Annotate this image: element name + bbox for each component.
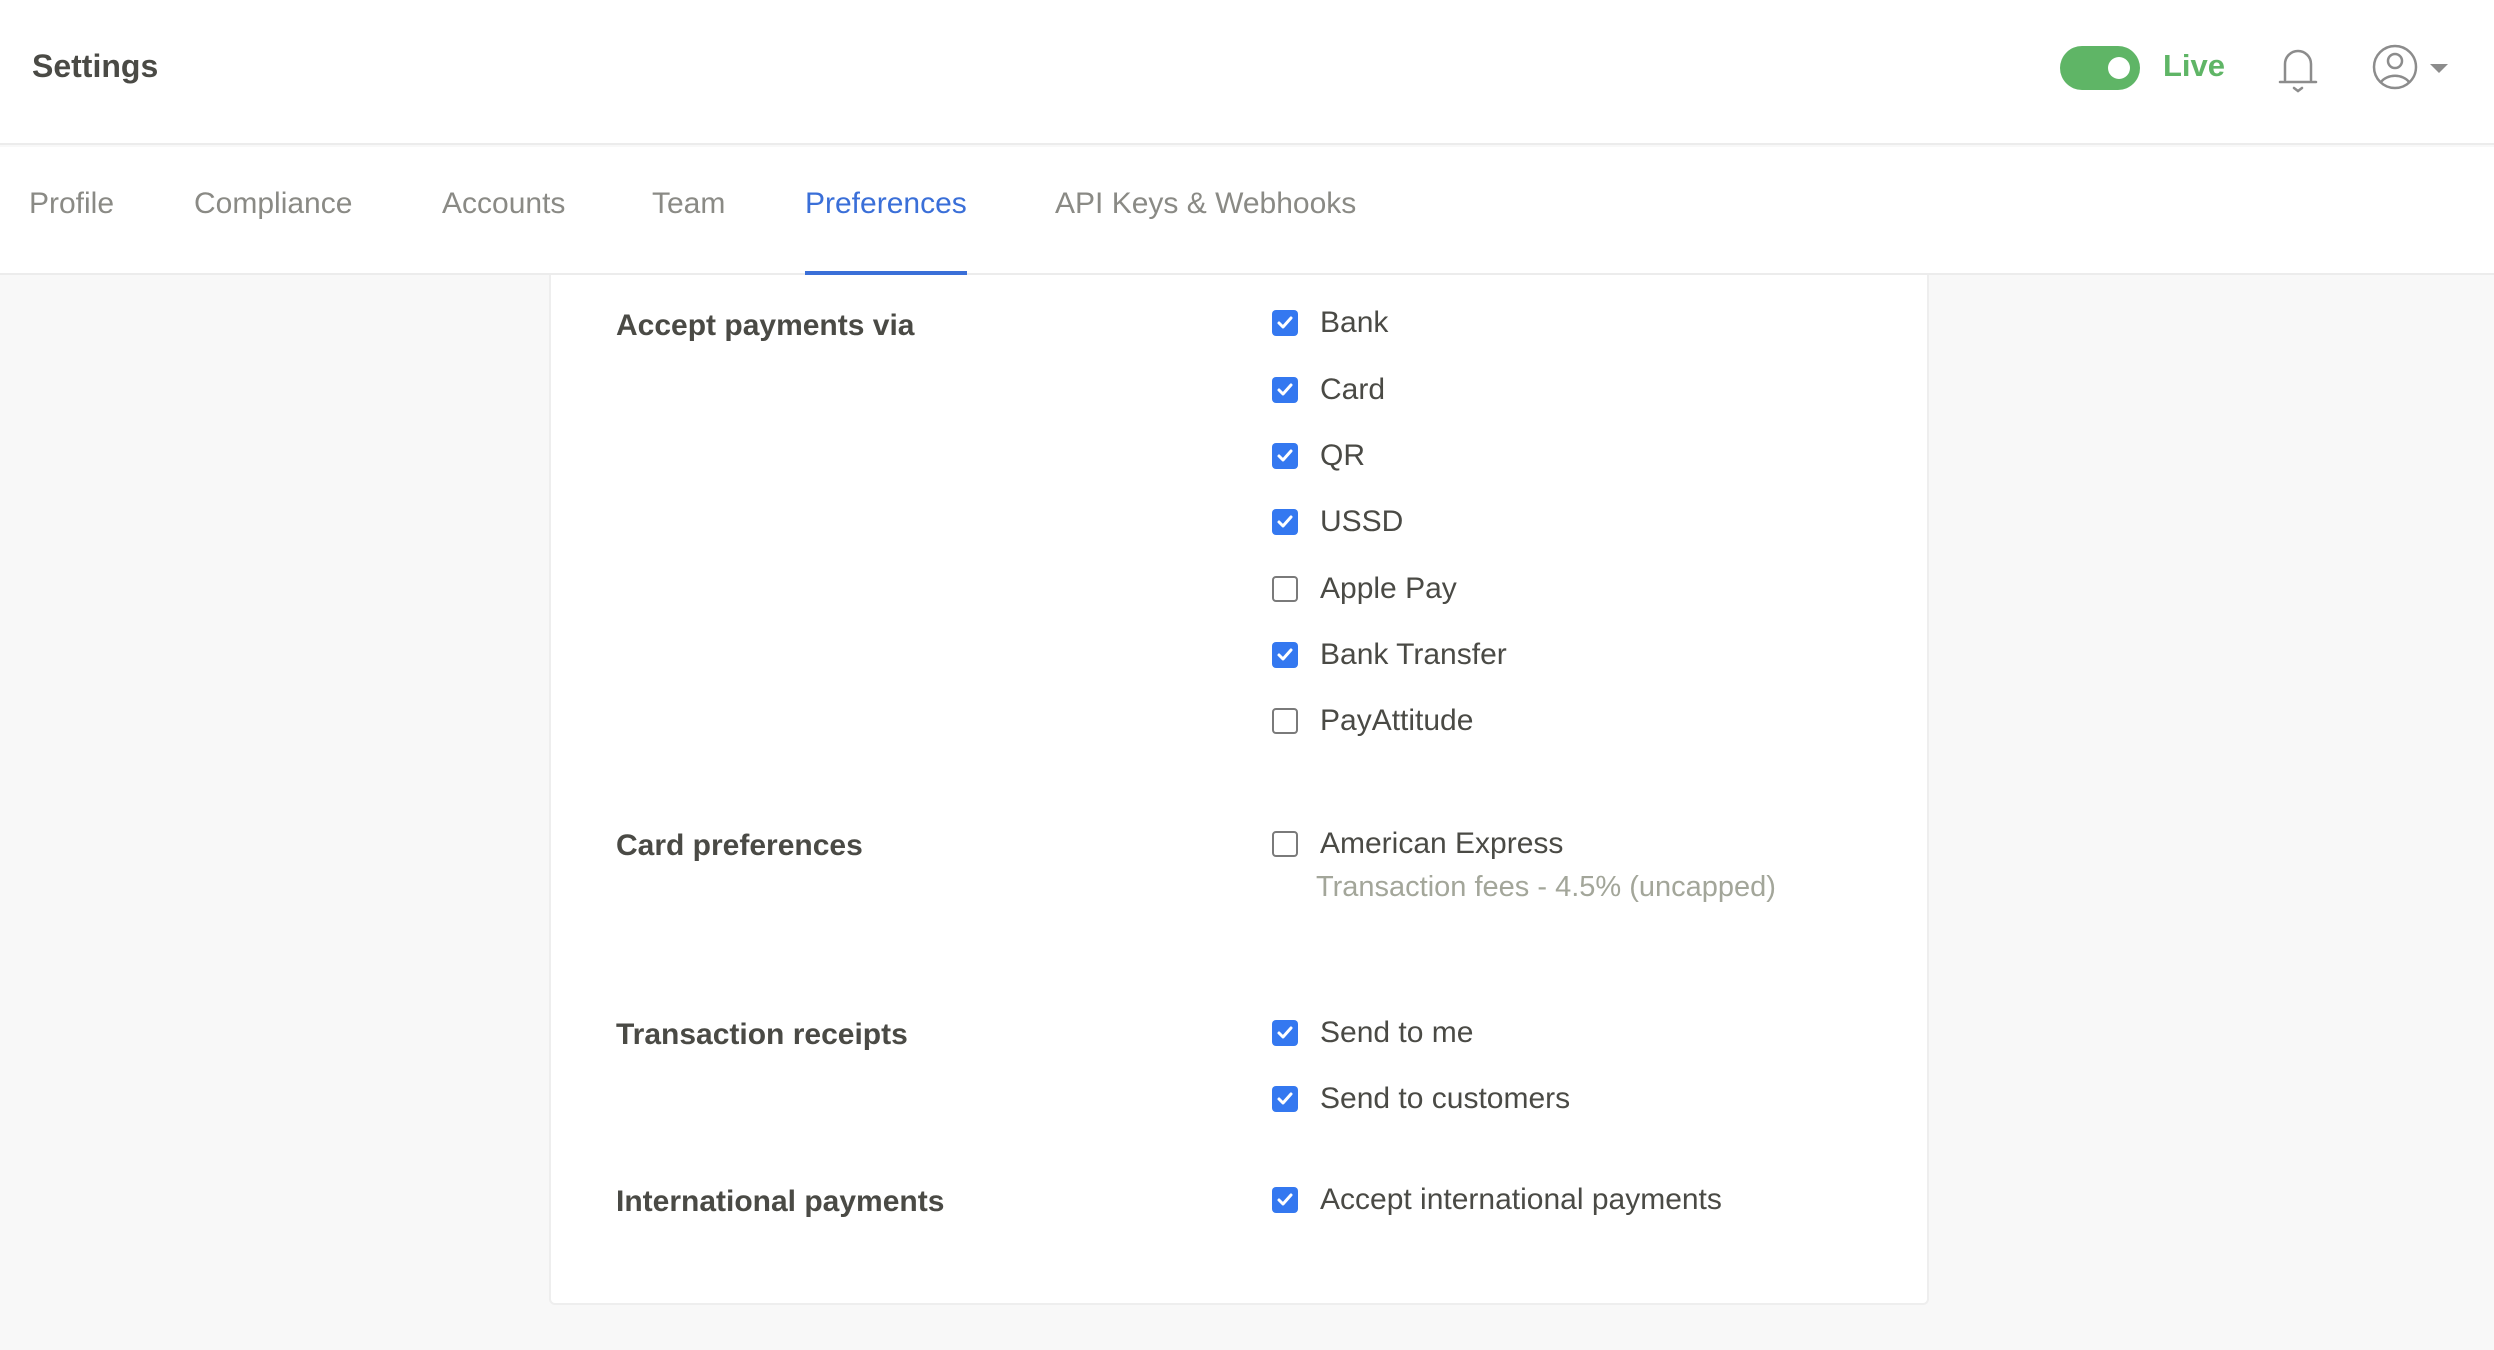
option-label: Send to customers xyxy=(1320,1082,1571,1115)
checkbox-option-american-express[interactable]: American Express xyxy=(1272,827,1563,861)
option-label: Bank xyxy=(1320,306,1389,339)
checkmark-icon xyxy=(1277,1092,1293,1105)
option-label: Apple Pay xyxy=(1320,572,1457,605)
checkmark-icon xyxy=(1277,449,1293,462)
preferences-card xyxy=(549,275,1929,1305)
checkbox-option-bank-transfer[interactable]: Bank Transfer xyxy=(1272,638,1507,672)
option-label: American Express xyxy=(1320,827,1564,860)
checkmark-icon xyxy=(1277,1026,1293,1039)
checkbox-option-qr[interactable]: QR xyxy=(1272,439,1365,473)
bell-icon[interactable] xyxy=(2275,44,2321,94)
checkmark-icon xyxy=(1277,383,1293,396)
checkbox-unchecked[interactable] xyxy=(1272,831,1298,857)
option-label: Accept international payments xyxy=(1320,1183,1722,1216)
live-label: Live xyxy=(2163,48,2226,83)
settings-tabs: Profile Compliance Accounts Team Prefere… xyxy=(0,147,2494,275)
checkmark-icon xyxy=(1277,648,1293,661)
transaction-receipts-label: Transaction receipts xyxy=(616,1018,908,1051)
checkbox-option-accept-international-payments[interactable]: Accept international payments xyxy=(1272,1183,1722,1217)
accept-payments-label: Accept payments via xyxy=(616,309,915,342)
checkbox-unchecked[interactable] xyxy=(1272,576,1298,602)
top-bar: Settings Live xyxy=(0,0,2494,145)
checkbox-option-ussd[interactable]: USSD xyxy=(1272,505,1403,539)
option-label: QR xyxy=(1320,439,1365,472)
checkbox-option-bank[interactable]: Bank xyxy=(1272,306,1388,340)
amex-fees-note: Transaction fees - 4.5% (uncapped) xyxy=(1316,871,1776,903)
checkmark-icon xyxy=(1277,1193,1293,1206)
international-payments-label: International payments xyxy=(616,1185,945,1218)
option-label: USSD xyxy=(1320,505,1404,538)
checkbox-checked[interactable] xyxy=(1272,443,1298,469)
checkbox-checked[interactable] xyxy=(1272,1086,1298,1112)
checkbox-checked[interactable] xyxy=(1272,377,1298,403)
live-mode-toggle[interactable] xyxy=(2060,46,2140,90)
checkmark-icon xyxy=(1277,515,1293,528)
checkbox-checked[interactable] xyxy=(1272,509,1298,535)
card-preferences-label: Card preferences xyxy=(616,829,863,862)
page-title: Settings xyxy=(32,48,159,84)
checkbox-checked[interactable] xyxy=(1272,1187,1298,1213)
option-label: Send to me xyxy=(1320,1016,1474,1049)
option-label: Bank Transfer xyxy=(1320,638,1507,671)
checkbox-option-send-to-customers[interactable]: Send to customers xyxy=(1272,1082,1570,1116)
chevron-down-icon[interactable] xyxy=(2430,64,2448,73)
option-label: Card xyxy=(1320,373,1386,406)
checkbox-option-send-to-me[interactable]: Send to me xyxy=(1272,1016,1473,1050)
tab-profile[interactable]: Profile xyxy=(29,187,114,275)
checkbox-option-card[interactable]: Card xyxy=(1272,373,1385,407)
checkbox-option-apple-pay[interactable]: Apple Pay xyxy=(1272,572,1457,606)
tab-preferences[interactable]: Preferences xyxy=(805,187,967,275)
checkbox-checked[interactable] xyxy=(1272,1020,1298,1046)
option-label: PayAttitude xyxy=(1320,704,1474,737)
checkbox-checked[interactable] xyxy=(1272,310,1298,336)
tab-accounts[interactable]: Accounts xyxy=(442,187,565,275)
toggle-knob xyxy=(2108,57,2130,79)
tab-compliance[interactable]: Compliance xyxy=(194,187,352,275)
checkmark-icon xyxy=(1277,316,1293,329)
user-avatar-icon[interactable] xyxy=(2370,42,2420,92)
checkbox-checked[interactable] xyxy=(1272,642,1298,668)
tab-team[interactable]: Team xyxy=(652,187,725,275)
checkbox-unchecked[interactable] xyxy=(1272,708,1298,734)
checkbox-option-payattitude[interactable]: PayAttitude xyxy=(1272,704,1473,738)
tab-api-keys-webhooks[interactable]: API Keys & Webhooks xyxy=(1055,187,1356,275)
